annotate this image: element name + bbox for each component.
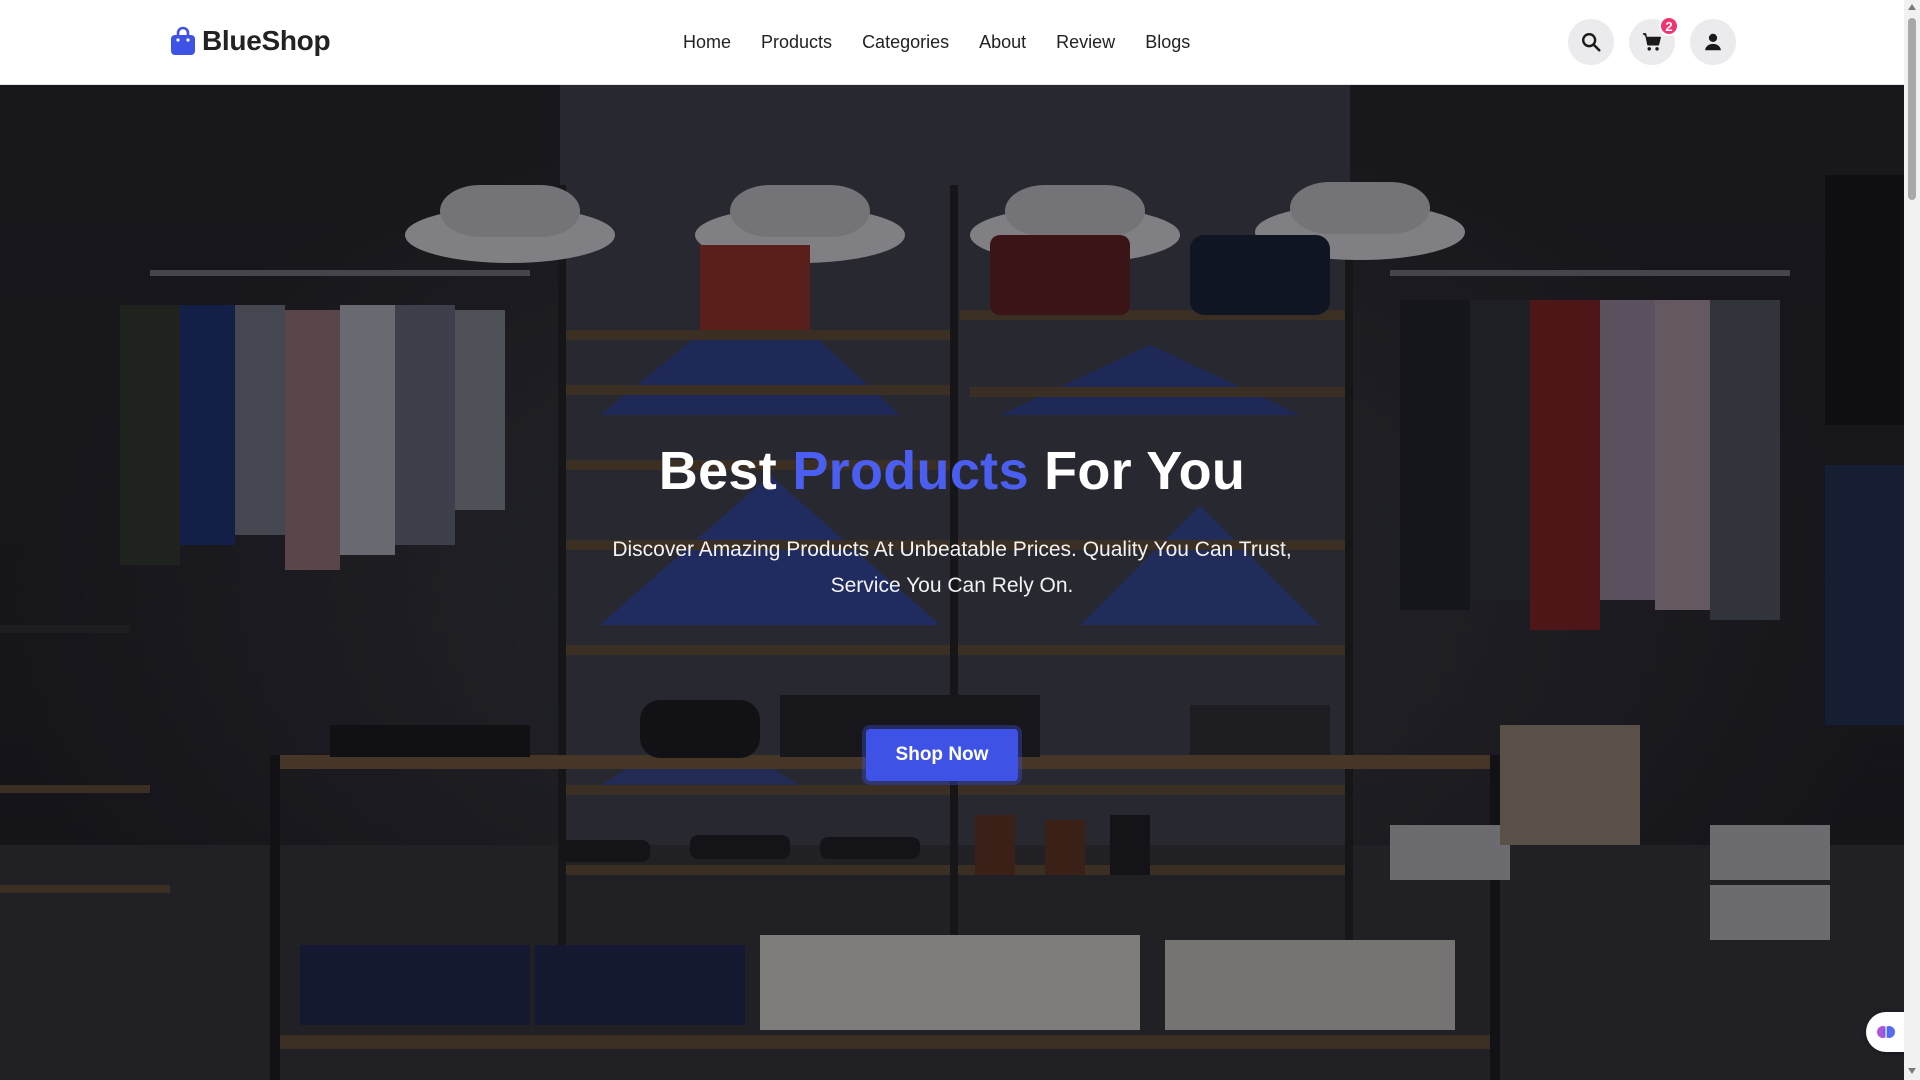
- shopping-bag-icon: [171, 26, 195, 55]
- nav-categories[interactable]: Categories: [862, 32, 949, 53]
- search-button[interactable]: [1568, 19, 1614, 65]
- hero-title-part1: Best: [658, 441, 793, 501]
- nav-home[interactable]: Home: [683, 32, 731, 53]
- header-actions: 2: [1568, 16, 1736, 65]
- assistant-widget-button[interactable]: [1866, 1012, 1906, 1052]
- hero-title-part2: For You: [1028, 441, 1246, 501]
- page-scrollbar[interactable]: [1904, 0, 1920, 1080]
- user-icon: [1705, 33, 1721, 51]
- nav-about[interactable]: About: [979, 32, 1026, 53]
- scroll-up-arrow-icon[interactable]: [1908, 4, 1916, 10]
- scroll-down-arrow-icon[interactable]: [1908, 1068, 1916, 1074]
- cart-count-badge: 2: [1659, 16, 1679, 36]
- brain-icon: [1877, 1026, 1895, 1038]
- hero-subtitle: Discover Amazing Products At Unbeatable …: [612, 538, 1292, 597]
- site-header: BlueShop Home Products Categories About …: [0, 0, 1904, 85]
- brand-name: BlueShop: [202, 25, 331, 56]
- hero-content: Best Products For You Discover Amazing P…: [0, 85, 1904, 1080]
- main-nav: Home Products Categories About Review Bl…: [683, 0, 1190, 85]
- scroll-thumb[interactable]: [1908, 18, 1916, 200]
- nav-review[interactable]: Review: [1056, 32, 1115, 53]
- account-button[interactable]: [1690, 19, 1736, 65]
- nav-products[interactable]: Products: [761, 32, 832, 53]
- cart-icon: [1642, 33, 1661, 51]
- cart-button[interactable]: 2: [1629, 16, 1679, 65]
- nav-blogs[interactable]: Blogs: [1145, 32, 1190, 53]
- shop-now-button[interactable]: Shop Now: [866, 729, 1018, 781]
- hero-section: Best Products For You Discover Amazing P…: [0, 85, 1904, 1080]
- hero-title: Best Products For You: [0, 440, 1904, 502]
- hero-title-accent: Products: [792, 441, 1029, 501]
- search-icon: [1582, 33, 1601, 52]
- brand-logo[interactable]: BlueShop: [170, 25, 331, 57]
